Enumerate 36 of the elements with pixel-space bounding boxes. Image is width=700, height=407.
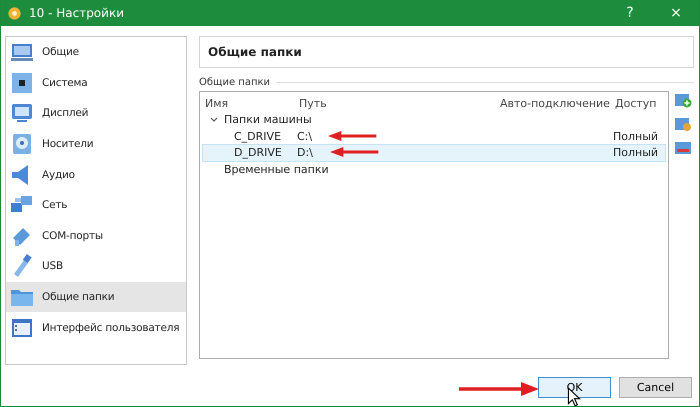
folder-row[interactable]: D_DRIVE D:\ Полный xyxy=(203,144,665,161)
table-cell-text: C_DRIVE xyxy=(233,130,282,143)
folder-row[interactable]: C_DRIVE C:\ Полный xyxy=(203,128,665,144)
annotation-arrow xyxy=(328,130,378,142)
group-label: Общие папки xyxy=(199,77,270,88)
column-header[interactable]: Доступ xyxy=(613,96,656,110)
sidebar-item[interactable]: USB xyxy=(6,251,186,282)
sidebar-item[interactable]: Сеть xyxy=(6,190,186,221)
tree-group-label[interactable]: Временные папки xyxy=(224,162,329,176)
sidebar-item[interactable]: Дисплей xyxy=(6,98,186,129)
sidebar-item[interactable]: Система xyxy=(6,68,186,98)
sidebar-item[interactable]: Аудио xyxy=(6,159,186,190)
remove-folder-icon[interactable] xyxy=(674,139,692,157)
column-header[interactable]: Авто-подключение xyxy=(498,96,610,110)
sidebar-item[interactable]: COM-порты xyxy=(6,220,186,252)
annotation-arrow xyxy=(330,146,380,158)
close-button[interactable]: × xyxy=(653,0,699,26)
table-cell: Полный xyxy=(613,130,658,143)
sidebar-item[interactable]: Интерфейс пользователя xyxy=(6,312,186,343)
sidebar-item[interactable]: Носители xyxy=(6,128,186,160)
page-title: Общие папки xyxy=(208,45,302,59)
table-cell: D:\ xyxy=(297,146,313,160)
table-cell-text: D_DRIVE xyxy=(233,146,283,160)
tree-group-label[interactable]: Папки машины xyxy=(224,113,312,126)
cancel-button[interactable]: Cancel xyxy=(619,377,692,398)
table-cell: C:\ xyxy=(297,130,312,143)
column-header[interactable]: Путь xyxy=(297,96,327,110)
sidebar-item[interactable]: Общие папки xyxy=(6,282,186,312)
add-folder-icon[interactable] xyxy=(674,91,692,109)
column-header[interactable]: Имя xyxy=(203,96,228,110)
window-title: 10 - Настройки xyxy=(29,6,124,20)
help-button[interactable]: ? xyxy=(607,0,653,26)
table-cell: Полный xyxy=(613,146,658,160)
sidebar-item[interactable]: Общие xyxy=(6,37,186,68)
chip-icon xyxy=(10,70,34,95)
edit-folder-icon[interactable] xyxy=(674,115,692,133)
